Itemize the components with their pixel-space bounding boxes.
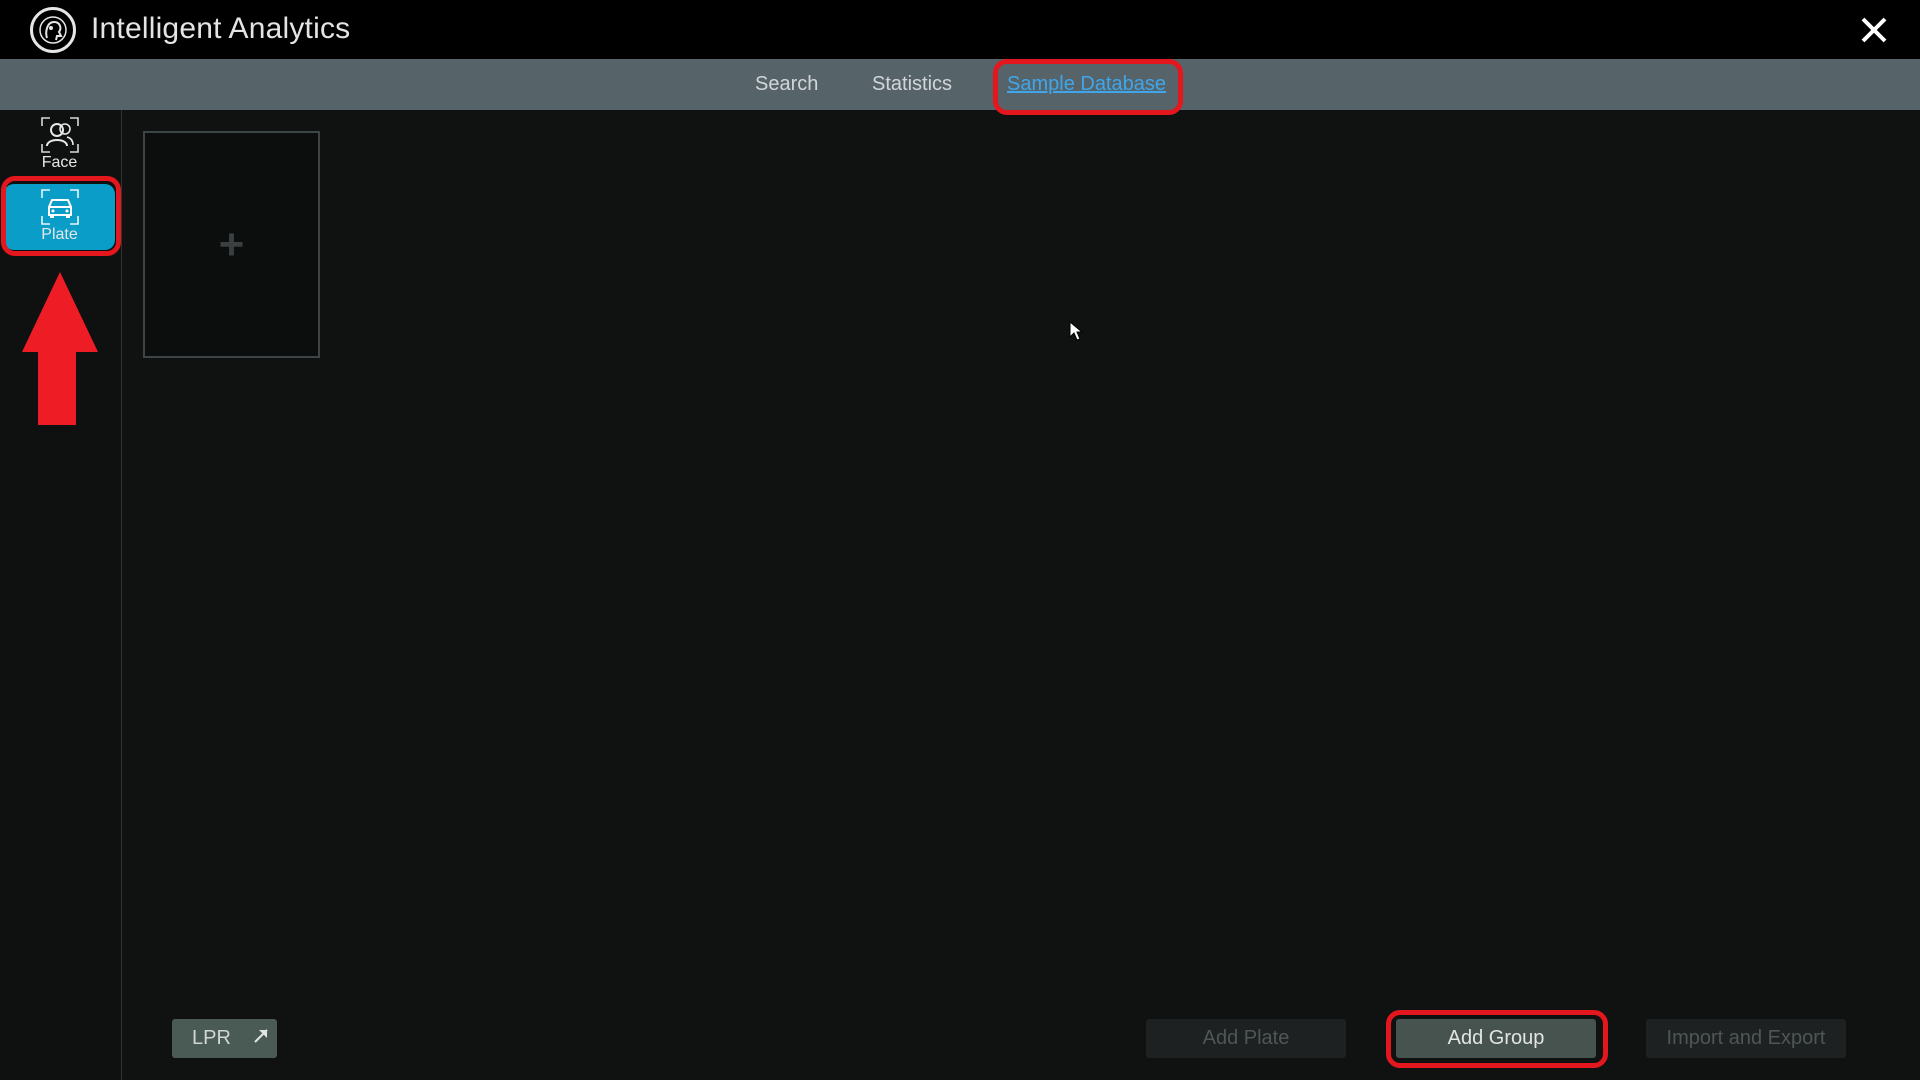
add-item-card[interactable]: + [143,131,320,358]
title-bar: Intelligent Analytics [0,0,1920,59]
sidebar: Face Plate [0,110,122,1080]
tab-statistics[interactable]: Statistics [872,59,952,110]
red-arrow-up-icon [22,272,98,425]
tab-search[interactable]: Search [755,59,818,110]
plus-icon: + [218,219,245,269]
intelligent-analytics-window: Intelligent Analytics Search Statistics … [0,0,1920,1080]
sidebar-item-face[interactable]: Face [4,112,115,178]
add-group-button[interactable]: Add Group [1396,1019,1596,1058]
import-export-button[interactable]: Import and Export [1646,1019,1846,1058]
add-plate-button[interactable]: Add Plate [1146,1019,1346,1058]
car-plate-icon [40,189,79,225]
tab-bar: Search Statistics Sample Database [0,59,1920,110]
close-icon[interactable] [1858,14,1890,46]
external-link-icon [254,1029,268,1043]
mouse-cursor-icon [1069,321,1084,341]
sidebar-item-plate[interactable]: Plate [4,184,115,250]
tab-sample-database[interactable]: Sample Database [1007,59,1166,110]
lpr-button-label: LPR [192,1027,231,1049]
app-title: Intelligent Analytics [91,12,351,45]
sidebar-item-label: Face [41,154,78,171]
sidebar-item-label: Plate [41,226,78,243]
app-logo-icon [30,7,76,53]
face-icon [40,117,79,153]
lpr-button[interactable]: LPR [172,1019,277,1058]
